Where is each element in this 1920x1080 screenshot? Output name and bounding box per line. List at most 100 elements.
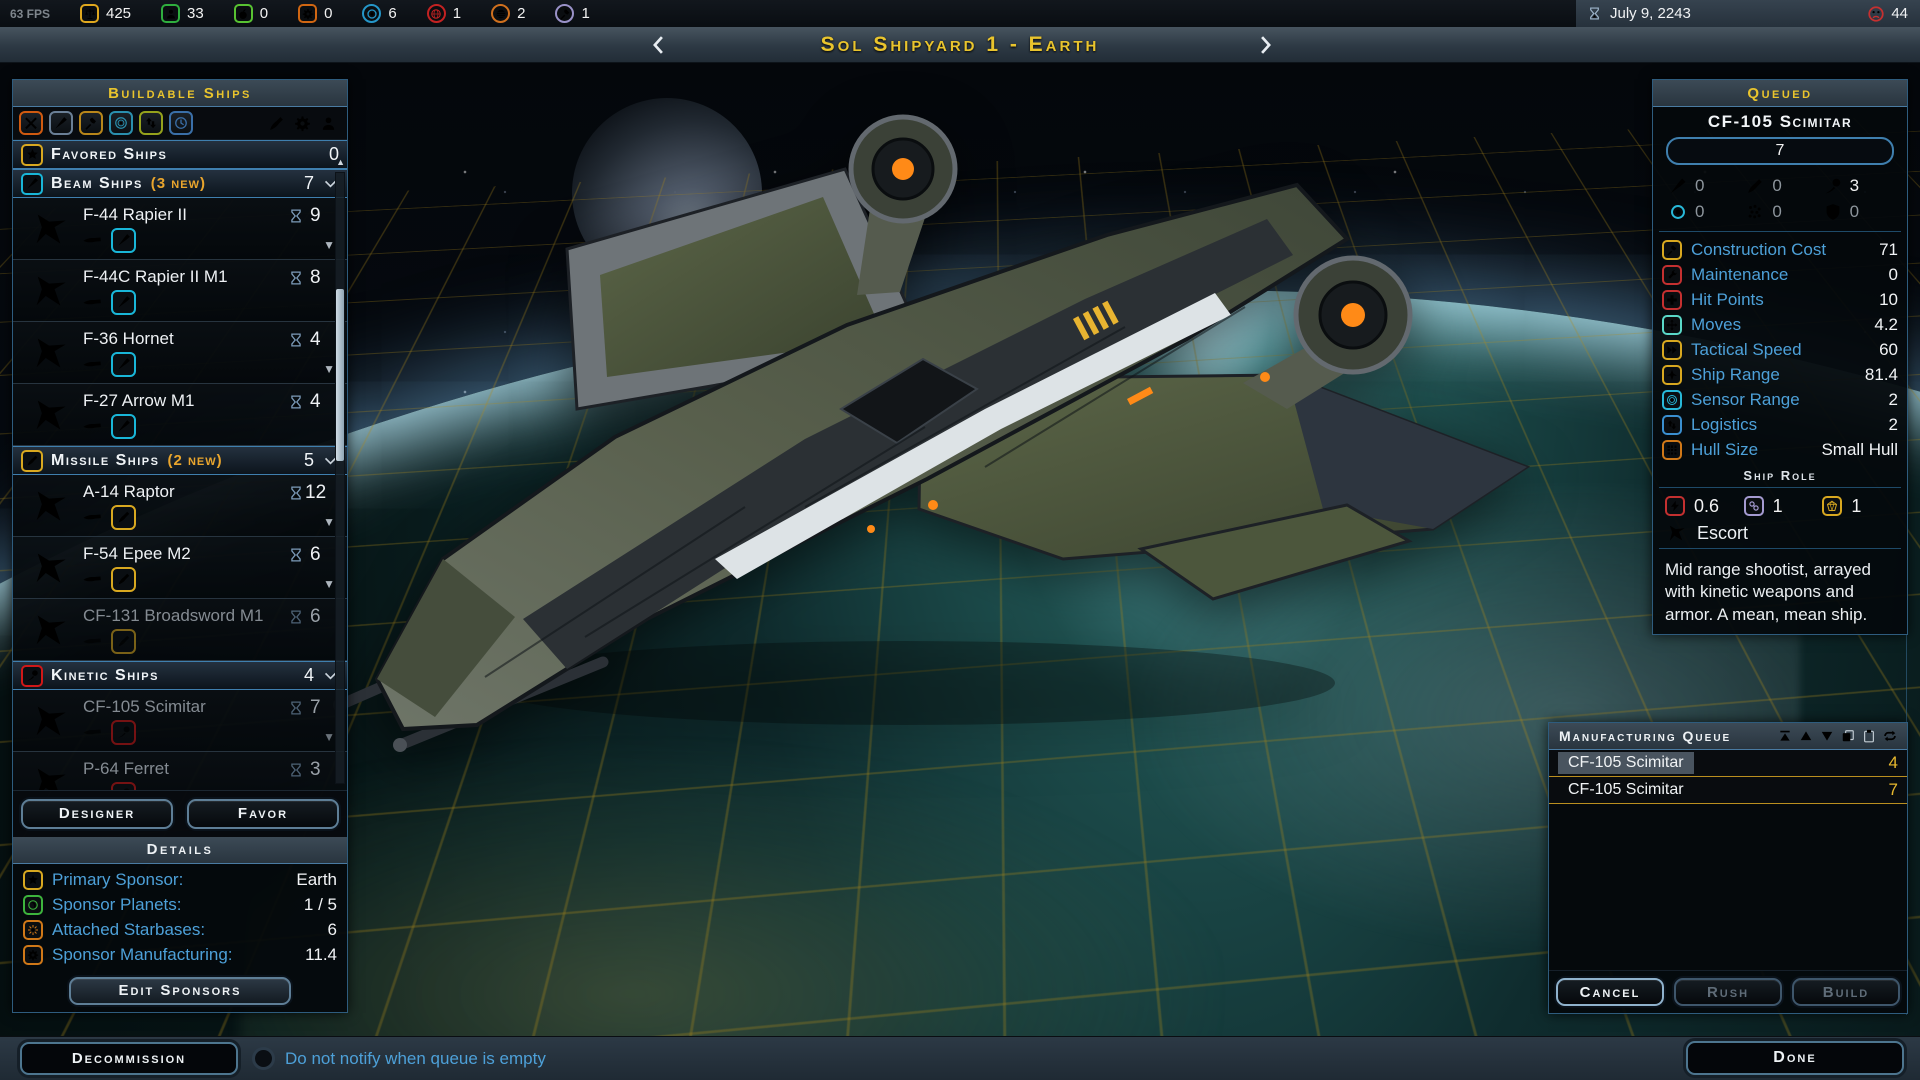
resource-credits: 425 bbox=[80, 4, 131, 23]
stat-value: 2 bbox=[1889, 390, 1898, 410]
ship-row-a14-raptor[interactable]: A-14 Raptor 12 ▼ bbox=[13, 475, 347, 537]
kinetic-weapon-icon bbox=[111, 782, 136, 790]
game-date: July 9, 2243 bbox=[1610, 5, 1691, 22]
beam-weapon-icon bbox=[111, 290, 136, 315]
support-filter-button[interactable] bbox=[139, 111, 163, 135]
ship-thumbnail bbox=[19, 482, 79, 530]
resource-value: 6 bbox=[388, 5, 396, 22]
cancel-button[interactable]: Cancel bbox=[1556, 978, 1664, 1006]
resource-value: 0 bbox=[260, 5, 268, 22]
expand-variants-toggle[interactable]: ▼ bbox=[323, 515, 335, 529]
value-rating: 1 bbox=[1822, 496, 1901, 517]
decommission-button[interactable]: Decommission bbox=[20, 1042, 238, 1075]
beam-filter-button[interactable] bbox=[49, 111, 73, 135]
queue-row[interactable]: CF-105 Scimitar 7 bbox=[1549, 777, 1907, 804]
maintenance-icon bbox=[1662, 265, 1682, 285]
next-shipyard-button[interactable] bbox=[1248, 30, 1282, 59]
move-up-icon[interactable] bbox=[1799, 729, 1813, 743]
missile-weapon-icon bbox=[111, 629, 136, 654]
notify-checkbox[interactable] bbox=[252, 1047, 275, 1070]
copy-queue-icon[interactable] bbox=[1841, 729, 1855, 743]
approval-frown-icon bbox=[1867, 5, 1885, 23]
queue-item-turns: 4 bbox=[1889, 753, 1898, 773]
repeat-queue-icon[interactable] bbox=[1883, 729, 1897, 743]
construction-filter-button[interactable] bbox=[79, 111, 103, 135]
category-label: Favored Ships bbox=[51, 146, 167, 164]
move-down-icon[interactable] bbox=[1820, 729, 1834, 743]
done-button[interactable]: Done bbox=[1686, 1041, 1904, 1075]
detail-value: Earth bbox=[296, 870, 337, 890]
beam-weapon-icon bbox=[1669, 177, 1687, 195]
resource-population: 33 bbox=[161, 4, 204, 23]
expand-variants-toggle[interactable]: ▼ bbox=[323, 577, 335, 591]
category-favored-ships[interactable]: Favored Ships 0 bbox=[13, 140, 347, 169]
previous-shipyard-button[interactable] bbox=[642, 30, 676, 59]
ship-name: A-14 Raptor bbox=[83, 482, 287, 502]
edit-sponsors-button[interactable]: Edit Sponsors bbox=[69, 977, 291, 1005]
expand-variants-toggle[interactable]: ▼ bbox=[323, 238, 335, 252]
tourism-icon bbox=[491, 4, 510, 23]
build-turns: 12 bbox=[305, 482, 326, 504]
resource-fleet: 1 bbox=[555, 4, 589, 23]
stat-label: Hull Size bbox=[1691, 440, 1758, 460]
build-button[interactable]: Build bbox=[1792, 978, 1900, 1006]
expand-variants-toggle[interactable]: ▼ bbox=[323, 730, 335, 744]
category-missile-ships[interactable]: Missile Ships (2 new) 5 bbox=[13, 446, 347, 475]
ship-row-f44-rapier[interactable]: F-44 Rapier II 9 ▼ bbox=[13, 198, 347, 260]
detail-label: Sponsor Planets: bbox=[52, 895, 181, 915]
stat-value: Small Hull bbox=[1821, 440, 1898, 460]
crew-person-icon[interactable] bbox=[320, 115, 337, 132]
kinetic-weapon-icon bbox=[1824, 177, 1842, 195]
rush-button[interactable]: Rush bbox=[1674, 978, 1782, 1006]
move-top-icon[interactable] bbox=[1778, 729, 1792, 743]
ship-name: P-64 Ferret bbox=[83, 759, 287, 779]
ship-render bbox=[285, 77, 1565, 757]
weapons-filter-button[interactable] bbox=[19, 111, 43, 135]
scroll-up-icon[interactable]: ▲ bbox=[336, 158, 345, 167]
paste-queue-icon[interactable] bbox=[1862, 729, 1876, 743]
build-turns: 7 bbox=[310, 697, 321, 719]
queue-item-name: CF-105 Scimitar bbox=[1558, 779, 1694, 801]
beam-weapon-icon bbox=[111, 352, 136, 377]
construction-cost-icon bbox=[1662, 240, 1682, 260]
quantity-input[interactable]: 7 bbox=[1666, 137, 1894, 165]
hourglass-icon bbox=[289, 269, 303, 287]
build-turns: 4 bbox=[310, 329, 321, 351]
queue-row[interactable]: CF-105 Scimitar 4 bbox=[1549, 750, 1907, 777]
defense-rating-icon bbox=[1744, 496, 1764, 516]
scrollbar-thumb[interactable] bbox=[336, 289, 344, 461]
details-rows: Primary Sponsor: Earth Sponsor Planets: … bbox=[13, 864, 347, 970]
ship-row-f36-hornet[interactable]: F-36 Hornet 4 ▼ bbox=[13, 322, 347, 384]
category-label: Beam Ships bbox=[51, 175, 143, 193]
stat-logistics: Logistics 2 bbox=[1653, 413, 1907, 438]
hourglass-icon bbox=[289, 546, 303, 564]
category-beam-ships[interactable]: Beam Ships (3 new) 7 bbox=[13, 169, 347, 198]
defense-filter-button[interactable] bbox=[109, 111, 133, 135]
ship-row-cf105-scimitar[interactable]: CF-105 Scimitar 7 ▼ bbox=[13, 690, 347, 752]
hourglass-icon bbox=[289, 207, 303, 225]
expand-variants-toggle[interactable]: ▼ bbox=[323, 362, 335, 376]
ship-row-f27-arrow[interactable]: F-27 Arrow M1 4 bbox=[13, 384, 347, 446]
stat-moves: Moves 4.2 bbox=[1653, 313, 1907, 338]
time-filter-button[interactable] bbox=[169, 111, 193, 135]
settings-gear-icon[interactable] bbox=[294, 115, 311, 132]
hourglass-icon bbox=[289, 699, 303, 717]
build-turns: 3 bbox=[310, 759, 321, 781]
detail-label: Sponsor Manufacturing: bbox=[52, 945, 233, 965]
sponsor-icon bbox=[23, 870, 43, 890]
category-kinetic-ships[interactable]: Kinetic Ships 4 bbox=[13, 661, 347, 690]
ship-list-scrollbar[interactable] bbox=[335, 172, 345, 784]
ship-row-f54-epee[interactable]: F-54 Epee M2 6 ▼ bbox=[13, 537, 347, 599]
queued-panel: Queued CF-105 Scimitar 7 0 0 3 0 bbox=[1652, 79, 1908, 635]
ship-row-cf131-broadsword[interactable]: CF-131 Broadsword M1 6 bbox=[13, 599, 347, 661]
designer-button[interactable]: Designer bbox=[21, 799, 173, 829]
ship-row-p64-ferret[interactable]: P-64 Ferret 3 ▼ bbox=[13, 752, 347, 790]
ship-row-f44c-rapier[interactable]: F-44C Rapier II M1 8 bbox=[13, 260, 347, 322]
sensor-range-icon bbox=[1662, 390, 1682, 410]
ship-view-icon[interactable] bbox=[268, 115, 285, 132]
favor-button[interactable]: Favor bbox=[187, 799, 339, 829]
attack-rating: 0.6 bbox=[1665, 496, 1744, 517]
fps-counter: 63 FPS bbox=[10, 7, 62, 21]
manufacturing-queue-header-bar: Manufacturing Queue bbox=[1549, 723, 1907, 750]
research-icon bbox=[362, 4, 381, 23]
